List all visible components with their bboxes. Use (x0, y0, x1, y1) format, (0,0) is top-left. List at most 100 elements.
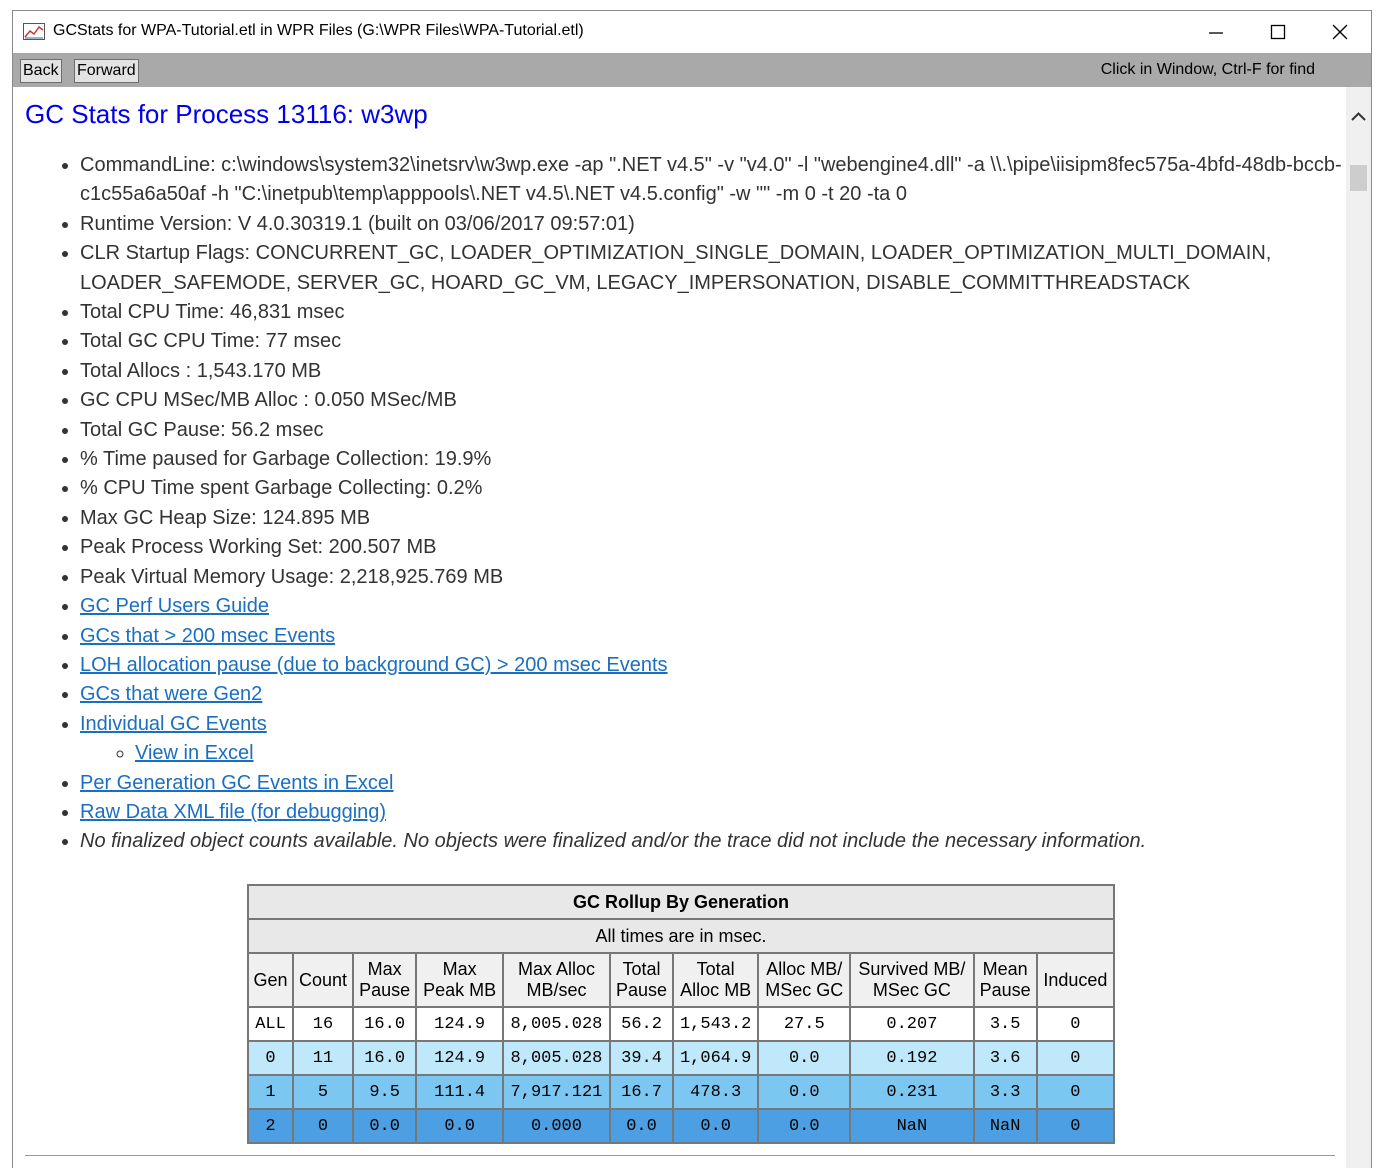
table-cell: 1 (247, 1074, 294, 1110)
table-cell: 0 (247, 1040, 294, 1076)
scroll-up-arrow-icon[interactable] (1350, 109, 1367, 125)
stat-max-heap: Max GC Heap Size: 124.895 MB (80, 504, 1347, 533)
stat-total-gc-pause: Total GC Pause: 56.2 msec (80, 416, 1347, 445)
stat-command-line: CommandLine: c:\windows\system32\inetsrv… (80, 151, 1347, 210)
table-cell: 3.3 (972, 1074, 1038, 1110)
table-row: 2 0 0.0 0.0 0.000 0.0 0.0 0.0 NaN NaN 0 (247, 1108, 1116, 1144)
table-cell: 0.000 (502, 1108, 611, 1144)
list-item: Individual GC Events View in Excel (80, 710, 1347, 769)
table-cell: 16 (291, 1006, 355, 1042)
finalizer-note: No finalized object counts available. No… (80, 827, 1347, 856)
table-cell: 9.5 (352, 1074, 418, 1110)
table-cell: 124.9 (415, 1006, 505, 1042)
col-count: Count (291, 952, 355, 1008)
table-cell: 0.0 (672, 1108, 760, 1144)
table-cell: 0 (1035, 1006, 1116, 1042)
stat-runtime-version: Runtime Version: V 4.0.30319.1 (built on… (80, 210, 1347, 239)
sub-list: View in Excel (80, 739, 1347, 768)
close-button[interactable] (1309, 11, 1371, 53)
gc-rollup-table: GC Rollup By Generation All times are in… (247, 884, 1116, 1144)
link-per-generation-excel[interactable]: Per Generation GC Events in Excel (80, 772, 393, 794)
table-cell: 3.6 (972, 1040, 1038, 1076)
stat-clr-startup-flags: CLR Startup Flags: CONCURRENT_GC, LOADER… (80, 239, 1347, 298)
report-content: GC Stats for Process 13116: w3wp Command… (13, 87, 1347, 1168)
table-cell: 0.0 (757, 1074, 852, 1110)
col-total-alloc-mb: Total Alloc MB (672, 952, 760, 1008)
table-caption: GC Rollup By Generation (247, 884, 1115, 920)
col-mean-pause: Mean Pause (972, 952, 1038, 1008)
minimize-button[interactable] (1185, 11, 1247, 53)
list-item: Raw Data XML file (for debugging) (80, 798, 1347, 827)
table-cell: 7,917.121 (502, 1074, 611, 1110)
table-cell: 8,005.028 (502, 1006, 611, 1042)
table-cell: 2 (247, 1108, 294, 1144)
col-alloc-per-msec: Alloc MB/MSec GC (757, 952, 852, 1008)
link-perf-guide[interactable]: GC Perf Users Guide (80, 595, 269, 617)
table-row: 0 11 16.0 124.9 8,005.028 39.4 1,064.9 0… (247, 1040, 1116, 1076)
table-cell: 0.0 (352, 1108, 418, 1144)
table-cell: NaN (849, 1108, 975, 1144)
minimize-icon (1209, 32, 1223, 34)
link-gen2-gcs[interactable]: GCs that were Gen2 (80, 683, 262, 705)
table-cell: 16.0 (352, 1040, 418, 1076)
link-view-in-excel[interactable]: View in Excel (135, 742, 254, 764)
table-cell: 8,005.028 (502, 1040, 611, 1076)
stat-gc-cpu-per-mb: GC CPU MSec/MB Alloc : 0.050 MSec/MB (80, 386, 1347, 415)
col-max-peak-mb: Max Peak MB (415, 952, 505, 1008)
table-cell: 478.3 (672, 1074, 760, 1110)
vertical-scrollbar[interactable] (1346, 87, 1371, 1168)
maximize-button[interactable] (1247, 11, 1309, 53)
stat-total-allocs: Total Allocs : 1,543.170 MB (80, 357, 1347, 386)
stat-peak-working-set: Peak Process Working Set: 200.507 MB (80, 533, 1347, 562)
stats-list: CommandLine: c:\windows\system32\inetsrv… (60, 151, 1347, 857)
table-cell: 0 (1035, 1074, 1116, 1110)
toolbar: Back Forward Click in Window, Ctrl-F for… (13, 53, 1371, 87)
scrollbar-thumb[interactable] (1350, 165, 1367, 191)
table-subcaption: All times are in msec. (247, 918, 1115, 954)
table-row: 1 5 9.5 111.4 7,917.121 16.7 478.3 0.0 0… (247, 1074, 1116, 1110)
table-cell: 39.4 (608, 1040, 675, 1076)
table-cell: 27.5 (757, 1006, 852, 1042)
window-title: GCStats for WPA-Tutorial.etl in WPR File… (53, 22, 584, 39)
table-cell: NaN (972, 1108, 1038, 1144)
table-cell: 0.192 (849, 1040, 975, 1076)
stat-total-gc-cpu-time: Total GC CPU Time: 77 msec (80, 327, 1347, 356)
table-cell: 1,543.2 (672, 1006, 760, 1042)
find-hint: Click in Window, Ctrl-F for find (1100, 61, 1315, 78)
table-cell: 0.207 (849, 1006, 975, 1042)
table-cell: 1,064.9 (672, 1040, 760, 1076)
list-item: GCs that were Gen2 (80, 680, 1347, 709)
table-cell: 124.9 (415, 1040, 505, 1076)
horizontal-rule (25, 1155, 1335, 1156)
list-item: View in Excel (135, 739, 1347, 768)
stat-peak-virtual-memory: Peak Virtual Memory Usage: 2,218,925.769… (80, 563, 1347, 592)
forward-button[interactable]: Forward (74, 59, 139, 83)
link-loh-pause[interactable]: LOH allocation pause (due to background … (80, 654, 668, 676)
col-max-pause: Max Pause (352, 952, 418, 1008)
table-cell: 0.0 (757, 1040, 852, 1076)
col-survived-per-msec: Survived MB/MSec GC (849, 952, 975, 1008)
table-cell: 56.2 (608, 1006, 675, 1042)
maximize-icon (1270, 24, 1286, 40)
table-row: ALL 16 16.0 124.9 8,005.028 56.2 1,543.2… (247, 1006, 1116, 1042)
stat-time-paused-pct: % Time paused for Garbage Collection: 19… (80, 445, 1347, 474)
col-total-pause: Total Pause (608, 952, 675, 1008)
table-cell: 16.7 (608, 1074, 675, 1110)
table-cell: 0.231 (849, 1074, 975, 1110)
chart-app-icon (23, 23, 45, 40)
list-item: GCs that > 200 msec Events (80, 622, 1347, 651)
col-max-alloc-rate: Max Alloc MB/sec (502, 952, 611, 1008)
table-cell: 0 (1035, 1040, 1116, 1076)
stat-cpu-gc-pct: % CPU Time spent Garbage Collecting: 0.2… (80, 474, 1347, 503)
link-raw-xml[interactable]: Raw Data XML file (for debugging) (80, 801, 386, 823)
table-cell: 0 (1035, 1108, 1116, 1144)
list-item: LOH allocation pause (due to background … (80, 651, 1347, 680)
link-individual-gc-events[interactable]: Individual GC Events (80, 713, 267, 735)
table-cell: 111.4 (415, 1074, 505, 1110)
link-gcs-over-200[interactable]: GCs that > 200 msec Events (80, 625, 335, 647)
table-cell: ALL (247, 1006, 294, 1042)
table-header-row: Gen Count Max Pause Max Peak MB Max Alloc M… (247, 952, 1116, 1008)
back-button[interactable]: Back (20, 59, 62, 83)
list-item: GC Perf Users Guide (80, 592, 1347, 621)
col-gen: Gen (247, 952, 294, 1008)
